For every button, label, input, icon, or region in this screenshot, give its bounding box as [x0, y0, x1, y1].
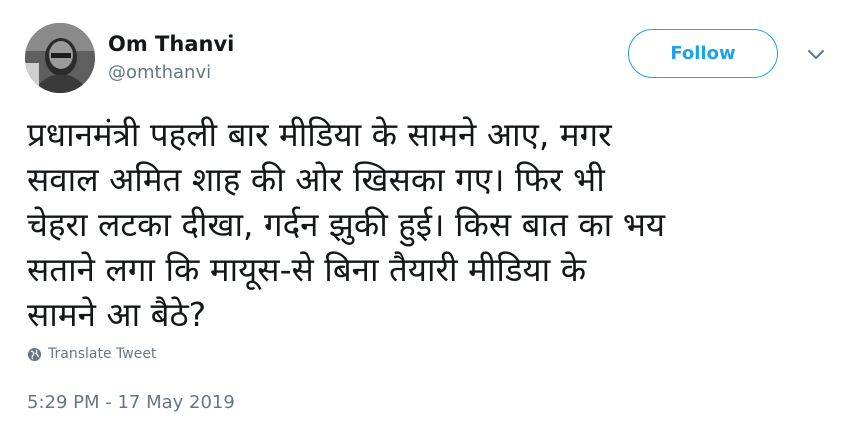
tweet-text: प्रधानमंत्री पहली बार मीडिया के सामने आए… [27, 115, 666, 334]
author-name[interactable]: Om Thanvi [108, 32, 234, 56]
profile-photo-icon [25, 23, 95, 93]
tweet-timestamp[interactable]: 5:29 PM - 17 May 2019 [27, 392, 235, 413]
author-handle[interactable]: @omthanvi [108, 62, 211, 83]
translate-label: Translate Tweet [48, 346, 157, 362]
globe-icon [27, 347, 42, 361]
avatar[interactable] [25, 23, 95, 93]
follow-button[interactable]: Follow [628, 29, 778, 78]
tweet-card: Om Thanvi @omthanvi Follow प्रधानमंत्री … [0, 0, 850, 425]
chevron-down-icon[interactable] [806, 44, 826, 64]
translate-tweet-link[interactable]: Translate Tweet [27, 346, 156, 362]
